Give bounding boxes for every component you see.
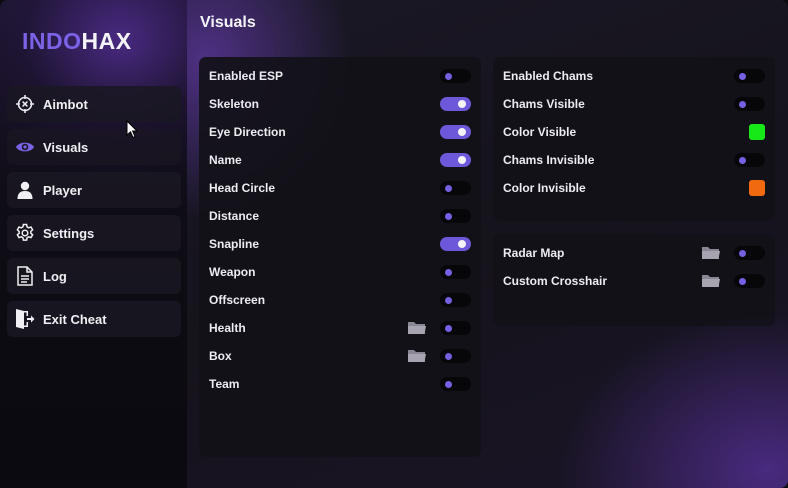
option-row-snapline: Snapline xyxy=(199,230,481,258)
sidebar-item-label: Player xyxy=(43,182,83,198)
crosshair-icon xyxy=(15,94,35,114)
toggle-knob xyxy=(739,101,746,108)
sidebar-item-player[interactable]: Player xyxy=(7,172,181,208)
exit-door-icon xyxy=(15,309,35,329)
toggle-knob xyxy=(445,185,452,192)
document-icon xyxy=(15,266,35,286)
esp-panel: Enabled ESP Skeleton Eye Direction Name Head… xyxy=(199,57,481,457)
toggle-offscreen[interactable] xyxy=(440,293,471,307)
option-row-weapon: Weapon xyxy=(199,258,481,286)
option-label: Color Visible xyxy=(503,125,577,139)
option-row-health: Health xyxy=(199,314,481,342)
toggle-knob xyxy=(445,213,452,220)
sidebar-item-label: Aimbot xyxy=(43,96,88,112)
sidebar-item-log[interactable]: Log xyxy=(7,258,181,294)
app-window: INDOHAX Aimbot Visuals Player Settings L… xyxy=(0,0,788,488)
user-icon xyxy=(15,180,35,200)
eye-icon xyxy=(15,137,35,157)
option-row-team: Team xyxy=(199,370,481,398)
toggle-knob xyxy=(445,269,452,276)
option-row-radar-map: Radar Map xyxy=(493,239,775,267)
toggle-chams-invisible[interactable] xyxy=(734,153,765,167)
toggle-knob xyxy=(458,128,466,136)
toggle-skeleton[interactable] xyxy=(440,97,471,111)
option-row-color-visible: Color Visible xyxy=(493,118,775,146)
option-row-custom-crosshair: Custom Crosshair xyxy=(493,267,775,295)
option-label: Color Invisible xyxy=(503,181,586,195)
toggle-health[interactable] xyxy=(440,321,471,335)
option-row-chams-invisible: Chams Invisible xyxy=(493,146,775,174)
toggle-knob xyxy=(739,278,746,285)
logo-part-indo: INDO xyxy=(22,28,82,54)
toggle-knob xyxy=(445,353,452,360)
option-row-enabled-chams: Enabled Chams xyxy=(493,62,775,90)
option-row-chams-visible: Chams Visible xyxy=(493,90,775,118)
toggle-custom-crosshair[interactable] xyxy=(734,274,765,288)
sidebar-item-aimbot[interactable]: Aimbot xyxy=(7,86,181,122)
misc-panel: Radar Map Custom Crosshair xyxy=(493,234,775,326)
toggle-box[interactable] xyxy=(440,349,471,363)
option-row-enabled-esp: Enabled ESP xyxy=(199,62,481,90)
page-title: Visuals xyxy=(200,14,256,31)
toggle-knob xyxy=(739,157,746,164)
sidebar-item-visuals[interactable]: Visuals xyxy=(7,129,181,165)
option-row-skeleton: Skeleton xyxy=(199,90,481,118)
toggle-name[interactable] xyxy=(440,153,471,167)
toggle-eye-direction[interactable] xyxy=(440,125,471,139)
sidebar: INDOHAX Aimbot Visuals Player Settings L… xyxy=(0,0,187,488)
option-row-box: Box xyxy=(199,342,481,370)
sidebar-item-label: Log xyxy=(43,268,67,284)
option-row-color-invisible: Color Invisible xyxy=(493,174,775,202)
toggle-head-circle[interactable] xyxy=(440,181,471,195)
folder-icon[interactable] xyxy=(701,273,721,291)
toggle-chams-visible[interactable] xyxy=(734,97,765,111)
toggle-knob xyxy=(445,381,452,388)
toggle-knob xyxy=(445,325,452,332)
logo: INDOHAX xyxy=(22,28,132,55)
option-row-eye-direction: Eye Direction xyxy=(199,118,481,146)
main-content: Visuals Enabled ESP Skeleton Eye Direction… xyxy=(187,0,788,488)
sidebar-item-exit-cheat[interactable]: Exit Cheat xyxy=(7,301,181,337)
sidebar-item-settings[interactable]: Settings xyxy=(7,215,181,251)
color-swatch-color-invisible[interactable] xyxy=(749,180,765,196)
toggle-knob xyxy=(739,250,746,257)
toggle-enabled-chams[interactable] xyxy=(734,69,765,83)
toggle-knob xyxy=(445,73,452,80)
gear-icon xyxy=(15,223,35,243)
folder-icon[interactable] xyxy=(407,348,427,366)
sidebar-item-label: Visuals xyxy=(43,139,89,155)
option-row-distance: Distance xyxy=(199,202,481,230)
toggle-enabled-esp[interactable] xyxy=(440,69,471,83)
folder-icon[interactable] xyxy=(701,245,721,263)
sidebar-item-label: Exit Cheat xyxy=(43,311,107,327)
toggle-knob xyxy=(445,297,452,304)
toggle-radar-map[interactable] xyxy=(734,246,765,260)
sidebar-item-label: Settings xyxy=(43,225,95,241)
option-row-offscreen: Offscreen xyxy=(199,286,481,314)
toggle-knob xyxy=(458,100,466,108)
toggle-distance[interactable] xyxy=(440,209,471,223)
toggle-knob xyxy=(458,240,466,248)
folder-icon[interactable] xyxy=(407,320,427,338)
color-swatch-color-visible[interactable] xyxy=(749,124,765,140)
toggle-snapline[interactable] xyxy=(440,237,471,251)
mouse-cursor-icon xyxy=(126,119,139,144)
toggle-knob xyxy=(458,156,466,164)
logo-part-hax: HAX xyxy=(81,28,132,54)
option-row-name: Name xyxy=(199,146,481,174)
toggle-team[interactable] xyxy=(440,377,471,391)
option-row-head-circle: Head Circle xyxy=(199,174,481,202)
toggle-weapon[interactable] xyxy=(440,265,471,279)
chams-panel: Enabled Chams Chams Visible Color Visible C… xyxy=(493,57,775,221)
toggle-knob xyxy=(739,73,746,80)
